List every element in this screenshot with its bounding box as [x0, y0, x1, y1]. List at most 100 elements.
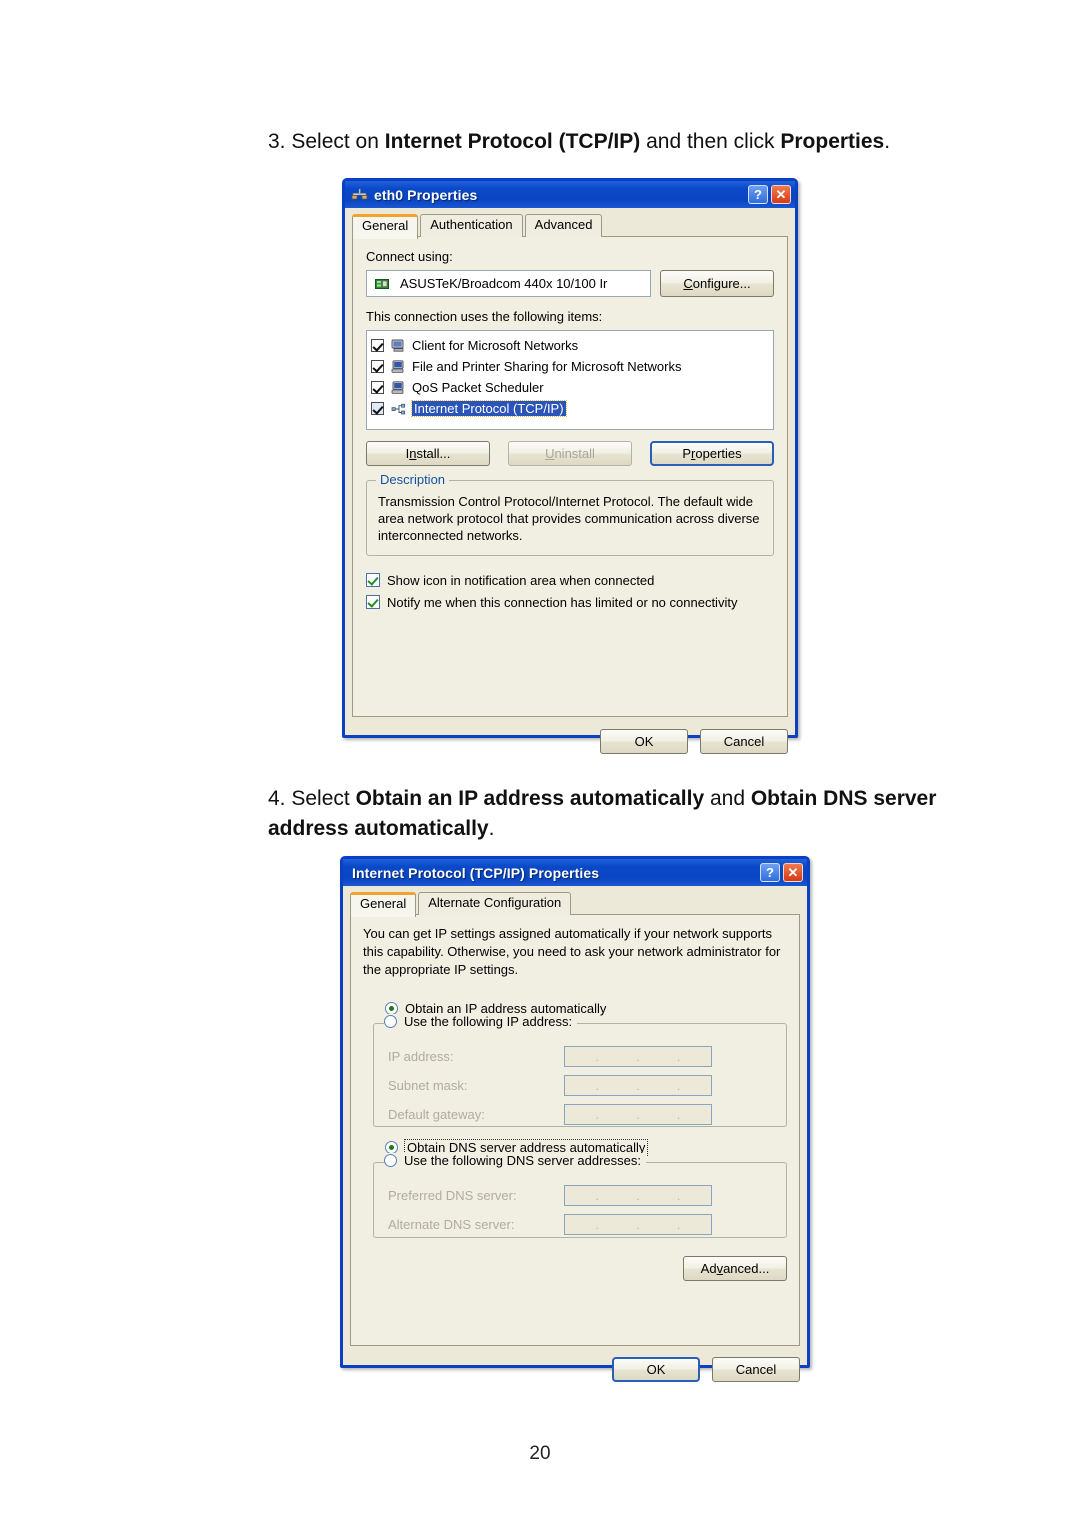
description-legend: Description: [376, 472, 450, 487]
ip-address-label: IP address:: [388, 1049, 454, 1064]
dialog1-button-bar: OK Cancel: [352, 729, 788, 754]
list-item-internet-protocol[interactable]: Internet Protocol (TCP/IP): [371, 398, 769, 419]
item-checkbox[interactable]: [371, 381, 384, 394]
tab-general[interactable]: General: [350, 892, 417, 917]
preferred-dns-input[interactable]: ...: [564, 1185, 712, 1206]
manual-ip-groupbox: IP address: ... Subnet mask: ... Default…: [373, 1023, 787, 1127]
default-gateway-input[interactable]: ...: [564, 1104, 712, 1125]
install-button[interactable]: Install...: [366, 441, 490, 466]
protocol-icon: [391, 402, 407, 416]
list-item-label: File and Printer Sharing for Microsoft N…: [412, 359, 682, 374]
dialog1-title: eth0 Properties: [374, 186, 478, 203]
subnet-mask-row: Subnet mask: ...: [388, 1073, 786, 1098]
dialog2-button-bar: OK Cancel: [350, 1357, 800, 1382]
page-number: 20: [529, 1443, 551, 1464]
notify-me-checkbox[interactable]: [366, 595, 380, 609]
use-following-dns-radio[interactable]: [384, 1154, 397, 1167]
ip-address-row: IP address: ...: [388, 1044, 786, 1069]
dialog2-general-panel: You can get IP settings assigned automat…: [350, 914, 800, 1346]
cancel-button[interactable]: Cancel: [700, 729, 788, 754]
configure-button[interactable]: Configure...: [660, 270, 774, 297]
computer-icon: [391, 359, 407, 374]
step-4-text-e: .: [488, 817, 495, 840]
use-following-ip-row[interactable]: Use the following IP address:: [384, 1014, 578, 1029]
list-item[interactable]: QoS Packet Scheduler: [371, 377, 769, 398]
components-listbox[interactable]: Client for Microsoft Networks File and P…: [366, 330, 774, 430]
show-icon-label: Show icon in notification area when conn…: [387, 572, 655, 588]
component-action-buttons: Install... Uninstall Properties: [366, 441, 774, 466]
computer-icon: [391, 339, 407, 353]
connect-using-row: ASUSTeK/Broadcom 440x 10/100 Ir Configur…: [366, 270, 774, 297]
dialog2-window-buttons: ? ✕: [760, 863, 804, 882]
dialog1-tabstrip: General Authentication Advanced: [352, 214, 788, 239]
adapter-display: ASUSTeK/Broadcom 440x 10/100 Ir: [366, 270, 651, 297]
default-gateway-row: Default gateway: ...: [388, 1102, 786, 1127]
list-item-label: QoS Packet Scheduler: [412, 380, 544, 395]
default-gateway-label: Default gateway:: [388, 1107, 485, 1122]
step-4-heading: 4. Select Obtain an IP address automatic…: [268, 784, 948, 844]
alternate-dns-input[interactable]: ...: [564, 1214, 712, 1235]
uninstall-button: Uninstall: [508, 441, 632, 466]
document-page: 3. Select on Internet Protocol (TCP/IP) …: [0, 0, 1080, 1528]
show-icon-checkbox-row[interactable]: Show icon in notification area when conn…: [366, 569, 774, 591]
show-icon-checkbox[interactable]: [366, 573, 380, 587]
item-checkbox[interactable]: [371, 339, 384, 352]
tab-advanced[interactable]: Advanced: [524, 214, 603, 237]
step-3-text-c: and then click: [640, 130, 781, 153]
advanced-button[interactable]: Advanced...: [683, 1256, 787, 1281]
network-adapter-icon: [375, 277, 391, 290]
tab-authentication[interactable]: Authentication: [420, 214, 523, 237]
use-following-dns-row[interactable]: Use the following DNS server addresses:: [384, 1153, 646, 1168]
tab-alternate-configuration[interactable]: Alternate Configuration: [418, 892, 572, 915]
ok-button[interactable]: OK: [612, 1357, 700, 1382]
configure-button-rest: onfigure...: [692, 275, 751, 291]
close-icon[interactable]: ✕: [783, 863, 803, 882]
network-connection-icon: [351, 187, 368, 202]
preferred-dns-label: Preferred DNS server:: [388, 1188, 517, 1203]
list-item-label: Internet Protocol (TCP/IP): [411, 400, 567, 417]
manual-dns-groupbox: Preferred DNS server: ... Alternate DNS …: [373, 1162, 787, 1238]
step-3-heading: 3. Select on Internet Protocol (TCP/IP) …: [268, 127, 948, 157]
help-icon[interactable]: ?: [748, 185, 768, 204]
step-4-text-a: 4. Select: [268, 787, 356, 810]
intro-text: You can get IP settings assigned automat…: [363, 926, 781, 977]
description-group: Description Transmission Control Protoco…: [366, 472, 774, 556]
dialog1-titlebar[interactable]: eth0 Properties ? ✕: [345, 181, 795, 208]
adapter-name: ASUSTeK/Broadcom 440x 10/100 Ir: [400, 276, 608, 291]
alternate-dns-row: Alternate DNS server: ...: [388, 1212, 786, 1237]
description-text: Transmission Control Protocol/Internet P…: [378, 494, 760, 543]
close-icon[interactable]: ✕: [771, 185, 791, 204]
computer-icon: [391, 380, 407, 395]
dialog1-window-buttons: ? ✕: [748, 185, 792, 204]
notify-me-checkbox-row[interactable]: Notify me when this connection has limit…: [366, 591, 774, 613]
ok-button[interactable]: OK: [600, 729, 688, 754]
notify-me-label: Notify me when this connection has limit…: [387, 594, 738, 610]
subnet-mask-input[interactable]: ...: [564, 1075, 712, 1096]
subnet-mask-label: Subnet mask:: [388, 1078, 468, 1093]
step-4-text-b: Obtain an IP address automatically: [355, 787, 705, 810]
manual-ip-group: IP address: ... Subnet mask: ... Default…: [373, 1014, 787, 1127]
list-item[interactable]: Client for Microsoft Networks: [371, 335, 769, 356]
preferred-dns-row: Preferred DNS server: ...: [388, 1183, 786, 1208]
dialog1-general-panel: Connect using: ASUSTeK/Broadcom 440x 10/…: [352, 236, 788, 717]
item-checkbox[interactable]: [371, 360, 384, 373]
list-item[interactable]: File and Printer Sharing for Microsoft N…: [371, 356, 769, 377]
items-label: This connection uses the following items…: [366, 309, 603, 324]
tab-general[interactable]: General: [352, 214, 419, 239]
dialog2-titlebar[interactable]: Internet Protocol (TCP/IP) Properties ? …: [343, 859, 807, 886]
item-checkbox[interactable]: [371, 402, 384, 415]
eth0-properties-dialog: eth0 Properties ? ✕ General Authenticati…: [342, 178, 798, 754]
step-3-text-d: Properties: [780, 130, 885, 153]
use-following-ip-label: Use the following IP address:: [404, 1014, 573, 1029]
dialog2-title: Internet Protocol (TCP/IP) Properties: [352, 864, 600, 881]
step-4-text-c: and: [704, 787, 751, 810]
step-3-text-a: 3. Select on: [268, 130, 385, 153]
cancel-button[interactable]: Cancel: [712, 1357, 800, 1382]
ip-address-input[interactable]: ...: [564, 1046, 712, 1067]
dialog1-client-area: General Authentication Advanced Connect …: [345, 208, 795, 761]
use-following-ip-radio[interactable]: [384, 1015, 397, 1028]
help-icon[interactable]: ?: [760, 863, 780, 882]
properties-button[interactable]: Properties: [650, 441, 774, 466]
step-3-text-b: Internet Protocol (TCP/IP): [384, 130, 641, 153]
step-3-text-e: .: [884, 130, 891, 153]
